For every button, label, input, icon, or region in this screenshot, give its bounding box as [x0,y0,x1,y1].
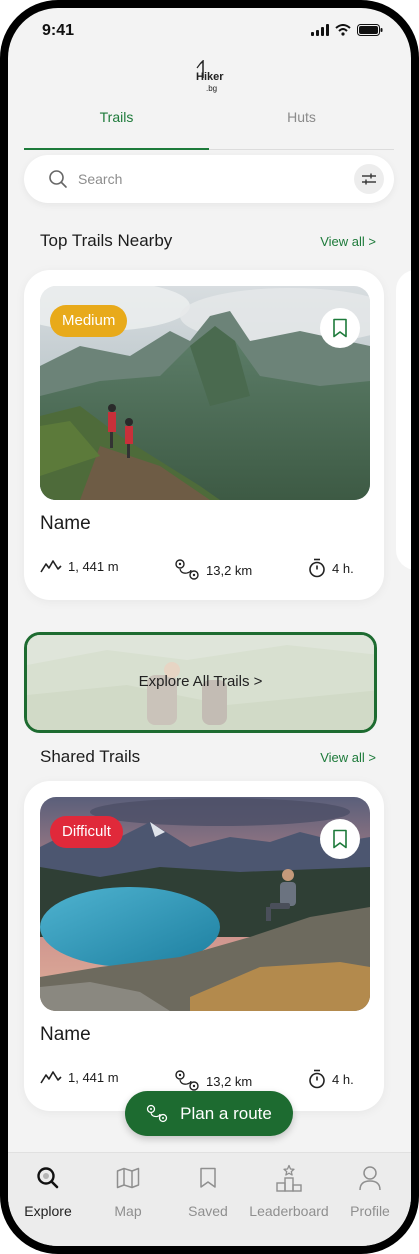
explore-all-trails-banner[interactable]: Explore All Trails > [24,632,377,733]
elevation-value: 1, 441 m [68,1069,119,1085]
bookmark-icon [200,1167,216,1188]
logo-text-domain: .bg [206,84,217,93]
next-card-peek[interactable] [396,270,411,570]
segment-tabs: Trails Huts [24,104,394,150]
search-icon [37,1167,59,1189]
trail-card[interactable]: Difficult Name 1, 441 m 13,2 km 4 h. [24,781,384,1111]
elevation-icon [40,560,62,573]
elevation-icon [40,1071,62,1084]
trail-stats: 1, 441 m 13,2 km 4 h. [40,558,370,584]
plan-route-label: Plan a route [180,1103,272,1123]
bookmark-button[interactable] [320,819,360,859]
nav-label-leaderboard: Leaderboard [249,1203,329,1219]
signal-icon [311,24,329,36]
difficulty-badge: Medium [50,305,128,337]
nav-item-leaderboard[interactable]: Leaderboard [249,1163,329,1219]
route-pins-icon [175,559,199,580]
duration-stat: 4 h. [308,558,354,578]
elevation-stat: 1, 441 m [40,558,119,574]
route-pins-icon [175,1070,199,1091]
nav-label-saved: Saved [188,1203,228,1219]
duration-stat: 4 h. [308,1069,354,1089]
view-all-top-trails-link[interactable]: View all > [320,234,376,249]
phone-frame: 9:41 Hiker .bg Trails Huts Search Top Tr… [0,0,419,1254]
search-input[interactable] [78,167,338,191]
plan-route-button[interactable]: Plan a route [125,1091,293,1136]
stopwatch-icon [309,1069,325,1089]
nav-label-map: Map [114,1203,142,1219]
route-pins-icon [147,1104,168,1122]
bookmark-icon [333,829,347,849]
elevation-stat: 1, 441 m [40,1069,119,1085]
nav-item-profile[interactable]: Profile [330,1163,410,1219]
status-bar: 9:41 [8,8,411,54]
podium-icon [276,1164,302,1192]
section-title-top-trails: Top Trails Nearby [40,231,173,250]
distance-value: 13,2 km [206,1073,253,1089]
status-time: 9:41 [42,22,75,39]
stopwatch-icon [309,558,325,578]
search-bar [24,155,394,203]
hiker-logo: Hiker .bg [194,59,228,96]
distance-value: 13,2 km [206,562,253,578]
duration-value: 4 h. [332,1071,354,1087]
nav-item-saved[interactable]: Saved [168,1163,248,1219]
filter-button[interactable] [354,164,384,194]
tab-trails[interactable]: Trails [24,104,209,150]
bottom-navigation: Explore Map Saved Leaderboard Profile [8,1152,411,1246]
sliders-icon [362,173,376,185]
nav-item-map[interactable]: Map [88,1163,168,1219]
distance-stat: 13,2 km [174,1069,252,1093]
trail-name: Name [40,1024,91,1045]
bookmark-button[interactable] [320,308,360,348]
explore-all-trails-label: Explore All Trails > [138,673,263,690]
wifi-icon [335,24,351,36]
nav-label-explore: Explore [24,1203,72,1219]
nav-label-profile: Profile [350,1203,390,1219]
map-icon [116,1167,140,1189]
search-icon [49,170,67,188]
app-screen: 9:41 Hiker .bg Trails Huts Search Top Tr… [8,8,411,1246]
bookmark-icon [333,318,347,338]
trail-name: Name [40,513,91,534]
section-title-shared-trails: Shared Trails [40,747,141,766]
distance-stat: 13,2 km [174,558,252,582]
difficulty-badge: Difficult [50,816,123,848]
view-all-shared-trails-link[interactable]: View all > [320,750,376,765]
tab-huts[interactable]: Huts [209,104,394,150]
nav-item-explore[interactable]: Explore [8,1163,88,1219]
status-icons [311,24,383,36]
user-icon [359,1166,381,1191]
trail-card[interactable]: Medium Name 1, 441 m 13,2 km 4 h. [24,270,384,600]
duration-value: 4 h. [332,560,354,576]
battery-icon [357,24,383,36]
elevation-value: 1, 441 m [68,558,119,574]
logo-text-main: Hiker [196,71,224,83]
